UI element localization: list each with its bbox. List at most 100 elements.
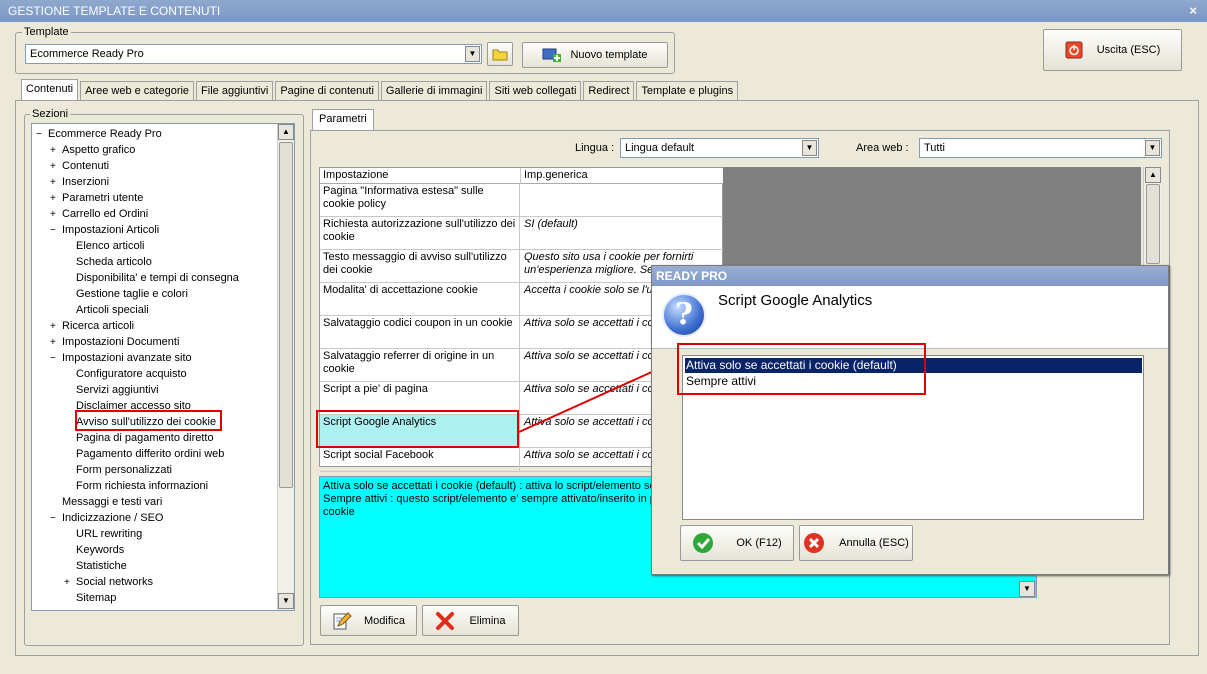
- cancel-button[interactable]: Annulla (ESC): [799, 525, 913, 561]
- sections-tree[interactable]: − Ecommerce Ready Pro + Aspetto grafico + Con…: [31, 123, 295, 611]
- table-row[interactable]: Pagina "Informativa estesa" sulle cookie…: [320, 184, 724, 217]
- tab-parametri[interactable]: Parametri: [312, 109, 374, 131]
- tab-file-aggiuntivi[interactable]: File aggiuntivi: [196, 81, 274, 101]
- modify-button[interactable]: Modifica: [320, 605, 417, 636]
- tree-node[interactable]: − Indicizzazione / SEO: [50, 510, 164, 526]
- tree-node[interactable]: + Impostazioni Documenti: [50, 334, 179, 350]
- template-select[interactable]: Ecommerce Ready Pro ▼: [25, 44, 482, 64]
- tree-node-label: Ricerca articoli: [62, 320, 135, 332]
- tree-node[interactable]: Form richiesta informazioni: [64, 478, 208, 494]
- cell-impostazione[interactable]: Script social Facebook: [320, 448, 520, 471]
- expand-icon[interactable]: +: [50, 207, 60, 223]
- tab-redirect[interactable]: Redirect: [583, 81, 635, 101]
- tab-siti-collegati[interactable]: Siti web collegati: [489, 81, 582, 101]
- tree-node[interactable]: − Impostazioni Articoli: [50, 222, 159, 238]
- area-web-select[interactable]: Tutti ▼: [919, 138, 1162, 158]
- cell-impostazione[interactable]: Testo messaggio di avviso sull'utilizzo …: [320, 250, 520, 282]
- tree-node[interactable]: Scheda articolo: [64, 254, 152, 270]
- tree-node-label: Contenuti: [62, 160, 110, 172]
- dialog-header: ? Script Google Analytics: [652, 286, 1168, 349]
- highlight-options: [677, 343, 926, 395]
- tree-node[interactable]: Keywords: [64, 542, 124, 558]
- tree-node[interactable]: URL rewriting: [64, 526, 142, 542]
- collapse-icon[interactable]: −: [36, 127, 46, 143]
- tab-template-plugins[interactable]: Template e plugins: [636, 81, 739, 101]
- lingua-select[interactable]: Lingua default ▼: [620, 138, 819, 158]
- tab-gallerie-immagini[interactable]: Gallerie di immagini: [380, 81, 488, 101]
- delete-button[interactable]: Elimina: [422, 605, 519, 636]
- tree-node[interactable]: Articoli speciali: [64, 302, 149, 318]
- ok-button[interactable]: OK (F12): [680, 525, 794, 561]
- collapse-icon[interactable]: −: [50, 511, 60, 527]
- expand-icon[interactable]: +: [50, 191, 60, 207]
- chevron-down-icon[interactable]: ▼: [1145, 140, 1160, 156]
- cell-impostazione[interactable]: Salvataggio referrer di origine in un co…: [320, 349, 520, 381]
- expand-icon[interactable]: +: [64, 575, 74, 591]
- cell-imp-generica[interactable]: [521, 184, 724, 216]
- scroll-thumb[interactable]: [279, 142, 293, 488]
- tree-node[interactable]: + Social networks: [64, 574, 153, 590]
- modify-label: Modifica: [364, 614, 405, 627]
- expand-icon[interactable]: +: [50, 143, 60, 159]
- cell-impostazione[interactable]: Salvataggio codici coupon in un cookie: [320, 316, 520, 348]
- main-tabs: Contenuti Aree web e categorie File aggi…: [21, 79, 740, 101]
- expand-icon[interactable]: +: [50, 159, 60, 175]
- expand-icon[interactable]: +: [50, 175, 60, 191]
- delete-x-icon: [436, 611, 455, 630]
- chevron-down-icon[interactable]: ▼: [802, 140, 817, 156]
- cell-impostazione[interactable]: Modalita' di accettazione cookie: [320, 283, 520, 315]
- tree-node[interactable]: + Carrello ed Ordini: [50, 206, 148, 222]
- collapse-icon[interactable]: −: [50, 223, 60, 239]
- tree-node[interactable]: Pagina di pagamento diretto: [64, 430, 214, 446]
- col-header-imp-generica[interactable]: Imp.generica: [521, 168, 724, 184]
- tree-node-label: Parametri utente: [62, 192, 144, 204]
- tab-aree-web[interactable]: Aree web e categorie: [80, 81, 195, 101]
- scroll-up-icon[interactable]: ▲: [1145, 167, 1161, 183]
- tree-node[interactable]: Form personalizzati: [64, 462, 172, 478]
- tree-node[interactable]: + Inserzioni: [50, 174, 109, 190]
- expand-icon[interactable]: +: [50, 319, 60, 335]
- folder-button[interactable]: [487, 42, 513, 66]
- cell-imp-generica[interactable]: SI (default): [521, 217, 724, 249]
- tree-node[interactable]: − Ecommerce Ready Pro: [36, 126, 162, 142]
- tree-scrollbar[interactable]: ▲ ▼: [277, 124, 294, 610]
- edit-icon: [333, 611, 352, 629]
- tab-contenuti[interactable]: Contenuti: [21, 79, 79, 101]
- tab-pagine-contenuti[interactable]: Pagine di contenuti: [275, 81, 379, 101]
- tree-node[interactable]: Servizi aggiuntivi: [64, 382, 159, 398]
- scroll-thumb[interactable]: [1146, 184, 1160, 264]
- tree-node[interactable]: + Ricerca articoli: [50, 318, 134, 334]
- scroll-down-icon[interactable]: ▼: [278, 593, 294, 609]
- tree-node-label: Indicizzazione / SEO: [62, 512, 164, 524]
- tree-node[interactable]: + Aspetto grafico: [50, 142, 135, 158]
- collapse-icon[interactable]: −: [50, 351, 60, 367]
- tree-node-label: Messaggi e testi vari: [62, 496, 163, 508]
- cell-impostazione[interactable]: Pagina "Informativa estesa" sulle cookie…: [320, 184, 520, 216]
- table-row[interactable]: Richiesta autorizzazione sull'utilizzo d…: [320, 217, 724, 250]
- tree-node[interactable]: Sitemap: [64, 590, 116, 606]
- tree-node-label: Statistiche: [76, 560, 127, 572]
- close-icon[interactable]: ×: [1189, 0, 1197, 22]
- tree-node[interactable]: Disponibilita' e tempi di consegna: [64, 270, 239, 286]
- tree-node[interactable]: Messaggi e testi vari: [50, 494, 162, 510]
- tree-node[interactable]: + Contenuti: [50, 158, 109, 174]
- tree-node-label: Disponibilita' e tempi di consegna: [76, 272, 239, 284]
- tree-node[interactable]: Statistiche: [64, 558, 127, 574]
- tree-node[interactable]: − Impostazioni avanzate sito: [50, 350, 192, 366]
- exit-button[interactable]: Uscita (ESC): [1043, 29, 1182, 71]
- scroll-up-icon[interactable]: ▲: [278, 124, 294, 140]
- tree-node[interactable]: Elenco articoli: [64, 238, 144, 254]
- new-template-button[interactable]: Nuovo template: [522, 42, 668, 68]
- chevron-down-icon[interactable]: ▼: [1019, 581, 1035, 597]
- expand-icon[interactable]: +: [50, 335, 60, 351]
- dialog-title: READY PRO: [652, 266, 1168, 286]
- ok-label: OK (F12): [736, 537, 782, 549]
- chevron-down-icon[interactable]: ▼: [465, 46, 480, 62]
- col-header-impostazione[interactable]: Impostazione: [320, 168, 521, 184]
- tree-node[interactable]: Configuratore acquisto: [64, 366, 187, 382]
- cell-impostazione[interactable]: Richiesta autorizzazione sull'utilizzo d…: [320, 217, 520, 249]
- tree-node[interactable]: Pagamento differito ordini web: [64, 446, 224, 462]
- tree-node-label: Keywords: [76, 544, 125, 556]
- tree-node[interactable]: + Parametri utente: [50, 190, 143, 206]
- tree-node[interactable]: Gestione taglie e colori: [64, 286, 188, 302]
